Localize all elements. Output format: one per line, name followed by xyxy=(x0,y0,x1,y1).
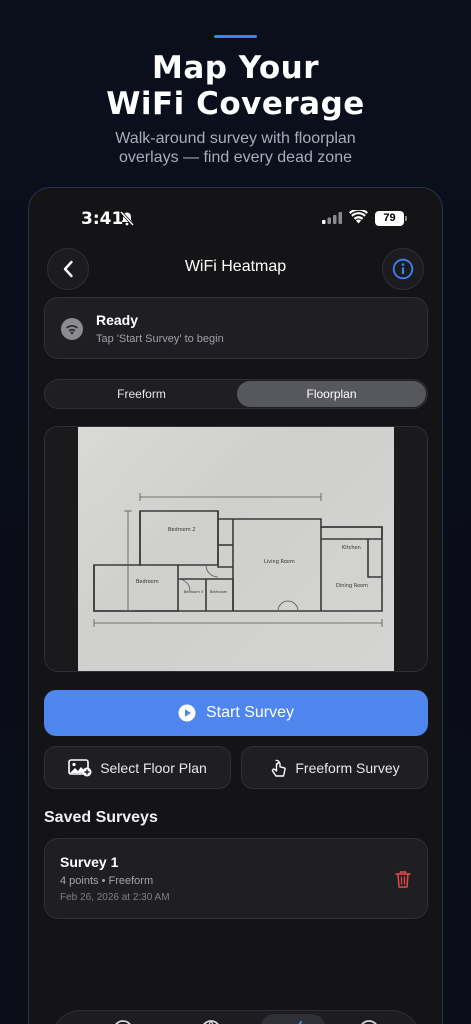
freeform-survey-label: Freeform Survey xyxy=(295,759,400,776)
select-floor-plan-button[interactable]: Select Floor Plan xyxy=(44,746,231,789)
status-subtitle: Tap 'Start Survey' to begin xyxy=(96,333,224,345)
start-survey-button[interactable]: Start Survey xyxy=(44,690,428,736)
room-label-bedroom-2: Bedroom 2 xyxy=(168,527,195,533)
promo-headline: Map Your WiFi Coverage xyxy=(0,50,471,122)
headline-line-1: Map Your xyxy=(151,50,319,86)
tab-home-icon[interactable] xyxy=(112,1019,134,1024)
photo-add-icon xyxy=(68,758,92,776)
subhead-line-2: overlays — find every dead zone xyxy=(118,149,352,166)
tab-floorplan[interactable]: Floorplan xyxy=(237,381,426,407)
tab-freeform[interactable]: Freeform xyxy=(47,381,236,407)
battery-indicator: 79 xyxy=(375,211,404,226)
tab-bar xyxy=(51,1010,421,1024)
floorplan-drawing: Bedroom 2 Living Room Kitchen Bedroom Be… xyxy=(93,493,383,627)
phone-frame: 3:41 79 WiFi Heatmap Ready Tap 'Start Su… xyxy=(28,187,443,1024)
headline-line-2: WiFi Coverage xyxy=(106,86,365,122)
room-label-kitchen: Kitchen xyxy=(342,545,361,551)
room-label-living-room: Living Room xyxy=(264,559,295,565)
status-title: Ready xyxy=(96,312,139,328)
mode-segmented-control: Freeform Floorplan xyxy=(44,379,428,409)
trash-icon[interactable] xyxy=(395,870,411,888)
nav-title: WiFi Heatmap xyxy=(184,258,287,275)
survey-meta: 4 points • Freeform xyxy=(60,875,154,887)
status-bar: 3:41 79 xyxy=(29,188,442,248)
status-card: Ready Tap 'Start Survey' to begin xyxy=(44,297,428,359)
bell-slash-icon xyxy=(120,211,134,226)
floorplan-preview[interactable]: Bedroom 2 Living Room Kitchen Bedroom Be… xyxy=(44,426,428,672)
accent-line xyxy=(214,35,257,38)
wifi-icon xyxy=(61,318,83,340)
floorplan-image: Bedroom 2 Living Room Kitchen Bedroom Be… xyxy=(78,427,394,671)
room-label-bathroom: Bathroom xyxy=(210,590,228,594)
cellular-signal-icon xyxy=(322,212,342,224)
tab-settings-icon[interactable] xyxy=(358,1019,380,1024)
wifi-status-icon xyxy=(349,210,368,224)
battery-tip xyxy=(405,216,407,221)
info-button[interactable] xyxy=(382,248,424,290)
start-survey-label: Start Survey xyxy=(205,704,295,721)
status-time: 3:41 xyxy=(81,209,124,229)
play-circle-icon xyxy=(178,704,196,722)
hand-tap-icon xyxy=(272,759,287,777)
tab-heatmap-icon[interactable] xyxy=(282,1019,304,1024)
room-label-bedroom-3: Bedroom 3 xyxy=(184,590,203,594)
list-item[interactable]: Survey 1 4 points • Freeform Feb 26, 202… xyxy=(44,838,428,919)
freeform-survey-button[interactable]: Freeform Survey xyxy=(241,746,428,789)
room-label-dining-room: Dining Room xyxy=(336,583,368,589)
subhead-line-1: Walk-around survey with floorplan xyxy=(115,130,356,147)
info-icon xyxy=(392,258,414,280)
promo-subhead: Walk-around survey with floorplan overla… xyxy=(0,129,471,167)
survey-name: Survey 1 xyxy=(60,854,119,870)
saved-surveys-title: Saved Surveys xyxy=(44,809,158,826)
room-label-bedroom: Bedroom xyxy=(136,579,159,585)
select-floor-plan-label: Select Floor Plan xyxy=(100,759,207,776)
tab-globe-icon[interactable] xyxy=(200,1019,222,1024)
survey-date: Feb 26, 2026 at 2:30 AM xyxy=(60,892,170,903)
